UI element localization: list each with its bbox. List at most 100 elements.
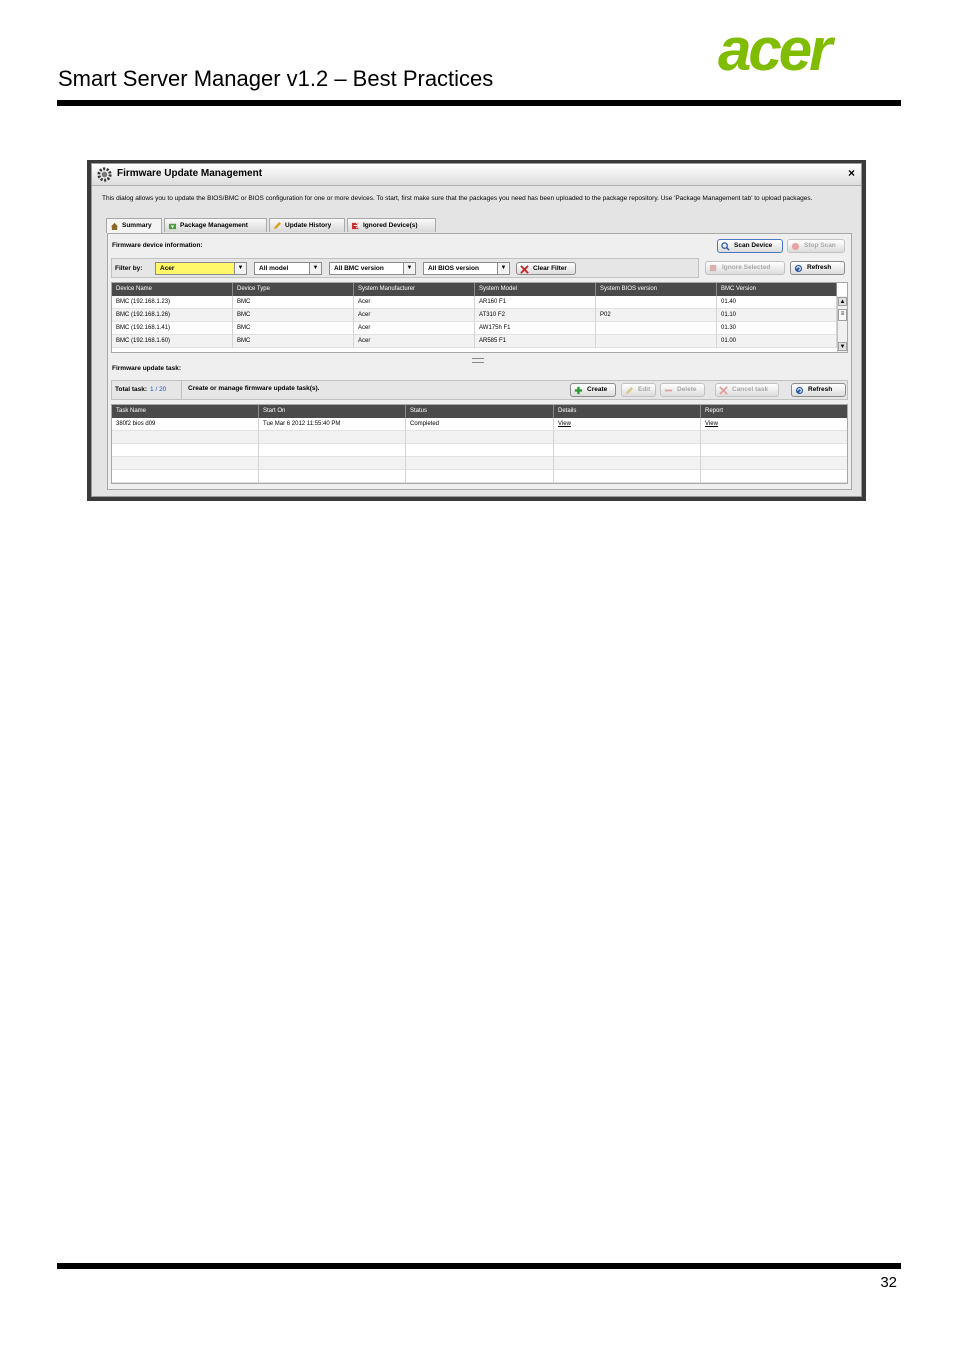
stop-icon [791,242,800,251]
column-header[interactable]: System Model [475,283,596,296]
column-header[interactable]: Device Type [233,283,354,296]
model-filter-select[interactable]: All model ▼ [254,262,322,275]
dialog-titlebar[interactable]: Firmware Update Management × [92,164,861,186]
model-cell: AT310 F2 [475,309,596,322]
edit-task-button[interactable]: Edit [621,383,656,397]
bmc-version-filter-select[interactable]: All BMC version ▼ [329,262,416,275]
device-type-cell: BMC [233,309,354,322]
task-name-cell: 380f2 bios d09 [112,418,259,431]
column-header[interactable]: Report [701,405,847,418]
device-type-cell: BMC [233,322,354,335]
empty-cell [554,457,701,470]
task-table-header: Task Name Start On Status Details Report [112,405,847,418]
stop-scan-button[interactable]: Stop Scan [787,239,845,253]
column-header[interactable]: Start On [259,405,406,418]
cancel-task-button[interactable]: Cancel task [715,383,779,397]
table-row-empty [112,444,847,457]
device-refresh-button[interactable]: Refresh [790,261,845,275]
table-row-empty [112,431,847,444]
total-task-indicator: Total task: 1 / 20 [112,381,182,399]
column-header[interactable]: Device Name [112,283,233,296]
task-refresh-button[interactable]: Refresh [791,383,846,397]
clear-filter-icon [520,265,529,274]
home-icon [110,222,119,230]
device-table-scrollbar[interactable]: ▲ ≡ ▼ [837,296,847,352]
table-row[interactable]: 380f2 bios d09 Tue Mar 6 2012 11:55:40 P… [112,418,847,431]
tab-summary[interactable]: Summary [106,218,162,233]
empty-cell [112,470,259,483]
empty-cell [259,431,406,444]
panel-splitter-handle[interactable] [472,358,484,363]
refresh-icon [795,386,804,395]
header-rule [57,100,901,106]
chevron-down-icon: ▼ [403,263,415,274]
column-header[interactable]: BMC Version [717,283,837,296]
details-view-link[interactable]: View [554,418,701,431]
table-row[interactable]: BMC (192.168.1.41) BMC Acer AW175h F1 01… [112,322,837,335]
table-row-empty [112,470,847,483]
column-header[interactable]: System Manufacturer [354,283,475,296]
manufacturer-cell: Acer [354,309,475,322]
model-cell: AR160 F1 [475,296,596,309]
column-header[interactable]: Status [406,405,554,418]
bios-version-filter-select[interactable]: All BIOS version ▼ [423,262,510,275]
ignore-selected-button[interactable]: Ignore Selected [705,261,785,275]
table-row[interactable]: BMC (192.168.1.26) BMC Acer AT310 F2 P02… [112,309,837,322]
column-header[interactable]: Task Name [112,405,259,418]
device-type-cell: BMC [233,296,354,309]
ignore-icon [351,222,360,230]
manufacturer-cell: Acer [354,335,475,348]
model-cell: AW175h F1 [475,322,596,335]
bmc-version-cell: 01.40 [717,296,837,309]
empty-cell [259,457,406,470]
delete-task-button[interactable]: Delete [660,383,705,397]
plus-icon [574,386,583,395]
task-section-label: Firmware update task: [112,365,181,372]
tab-package-management[interactable]: Package Management [164,218,267,232]
summary-panel: Firmware device information: Scan Device… [107,233,852,490]
empty-cell [112,457,259,470]
empty-cell [701,470,847,483]
acer-logo: acer [718,22,839,78]
footer-rule [57,1263,901,1269]
minus-icon [664,389,673,392]
device-name-cell: BMC (192.168.1.23) [112,296,233,309]
tab-update-history[interactable]: Update History [269,218,345,232]
chevron-down-icon: ▼ [497,263,509,274]
report-view-link[interactable]: View [701,418,847,431]
refresh-icon [794,264,803,273]
create-task-button[interactable]: Create [570,383,616,397]
device-name-cell: BMC (192.168.1.26) [112,309,233,322]
scroll-down-icon[interactable]: ▼ [838,342,847,351]
ignore-icon [709,264,717,272]
column-header[interactable]: System BIOS version [596,283,717,296]
scan-device-button[interactable]: Scan Device [717,239,783,253]
firmware-update-dialog: Firmware Update Management × This dialog… [91,163,862,497]
table-row-empty [112,457,847,470]
table-row[interactable]: BMC (192.168.1.60) BMC Acer AR585 F1 01.… [112,335,837,348]
tab-ignored-devices[interactable]: Ignored Device(s) [347,218,436,232]
bmc-version-cell: 01.30 [717,322,837,335]
bios-version-cell [596,296,717,309]
empty-cell [259,444,406,457]
empty-cell [701,431,847,444]
table-row[interactable]: BMC (192.168.1.23) BMC Acer AR160 F1 01.… [112,296,837,309]
scroll-thumb[interactable]: ≡ [838,309,847,321]
empty-cell [112,444,259,457]
status-cell: Completed [406,418,554,431]
empty-cell [406,444,554,457]
total-task-count: 1 / 20 [150,386,167,393]
close-icon[interactable]: × [848,166,855,180]
device-name-cell: BMC (192.168.1.41) [112,322,233,335]
chevron-down-icon: ▼ [309,263,321,274]
svg-text:acer: acer [718,22,836,78]
empty-cell [701,444,847,457]
manufacturer-filter-select[interactable]: Acer ▼ [155,262,247,275]
scroll-up-icon[interactable]: ▲ [838,297,847,306]
page-number: 32 [880,1274,897,1291]
manufacturer-cell: Acer [354,322,475,335]
clear-filter-button[interactable]: Clear Filter [516,262,576,275]
column-header[interactable]: Details [554,405,701,418]
bios-version-cell [596,335,717,348]
dialog-description: This dialog allows you to update the BIO… [102,195,813,202]
